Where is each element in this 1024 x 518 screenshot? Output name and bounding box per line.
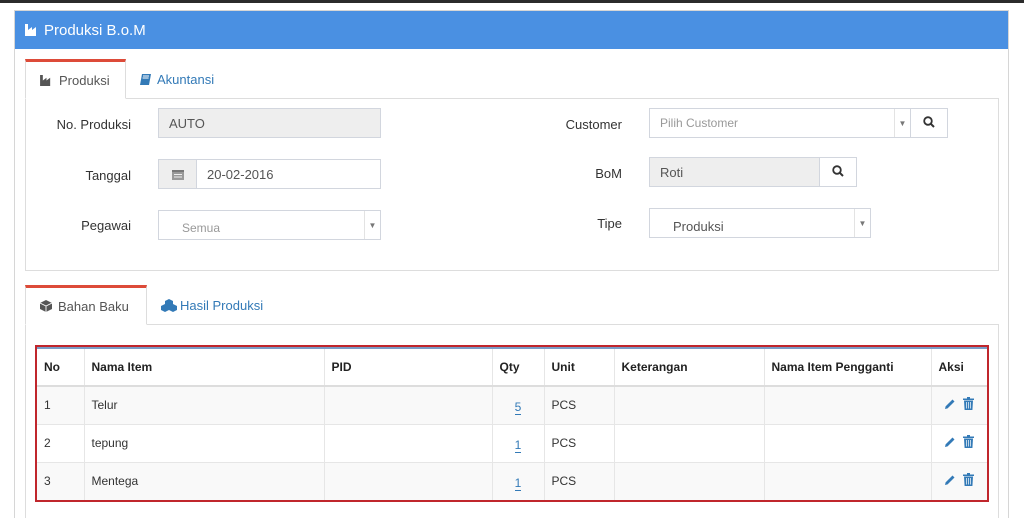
table-header-row: No Nama Item PID Qty Unit Keterangan Nam… bbox=[37, 347, 987, 387]
pencil-icon[interactable] bbox=[944, 474, 956, 486]
pegawai-placeholder: Semua bbox=[182, 221, 221, 235]
table-row: 1 Telur 5 PCS bbox=[37, 385, 987, 424]
cell-qty: 1 bbox=[492, 461, 545, 500]
cell-keterangan bbox=[614, 423, 765, 462]
cell-no: 2 bbox=[37, 423, 85, 462]
book-icon bbox=[140, 73, 151, 85]
cube-icon bbox=[40, 300, 52, 312]
cell-unit: PCS bbox=[544, 461, 615, 500]
col-header-pid: PID bbox=[324, 347, 493, 387]
tab-akuntansi-label: Akuntansi bbox=[157, 71, 215, 87]
cell-no: 1 bbox=[37, 385, 85, 424]
cell-qty: 5 bbox=[492, 385, 545, 424]
cell-aksi bbox=[931, 461, 987, 500]
cell-qty: 1 bbox=[492, 423, 545, 462]
col-header-no: No bbox=[37, 347, 85, 387]
pencil-icon[interactable] bbox=[944, 398, 956, 410]
qty-editable-link[interactable]: 1 bbox=[514, 472, 522, 491]
col-header-unit: Unit bbox=[544, 347, 615, 387]
chevron-down-icon[interactable]: ▼ bbox=[894, 109, 910, 137]
cell-nama-item: Telur bbox=[84, 385, 325, 424]
bom-field: Roti bbox=[649, 157, 820, 187]
pencil-icon[interactable] bbox=[944, 436, 956, 448]
cell-pid bbox=[324, 385, 493, 424]
tab-akuntansi[interactable]: Akuntansi bbox=[126, 59, 228, 99]
panel-title: Produksi B.o.M bbox=[44, 21, 146, 39]
tipe-label: Tipe bbox=[597, 216, 622, 231]
qty-editable-link[interactable]: 5 bbox=[514, 396, 522, 415]
bahan-baku-table-wrap: No Nama Item PID Qty Unit Keterangan Nam… bbox=[35, 345, 989, 502]
bahan-baku-table: No Nama Item PID Qty Unit Keterangan Nam… bbox=[37, 347, 987, 500]
factory-icon bbox=[40, 74, 53, 86]
no-produksi-value: AUTO bbox=[169, 115, 205, 131]
customer-label: Customer bbox=[565, 117, 622, 132]
customer-select[interactable]: Pilih Customer ▼ bbox=[649, 108, 911, 138]
chevron-down-icon[interactable]: ▼ bbox=[854, 209, 870, 237]
cell-nama-item-pengganti bbox=[764, 461, 932, 500]
window-top-border bbox=[0, 0, 1024, 3]
cell-pid bbox=[324, 461, 493, 500]
col-header-qty: Qty bbox=[492, 347, 545, 387]
trash-icon[interactable] bbox=[963, 397, 975, 411]
cell-aksi bbox=[931, 423, 987, 462]
tipe-select[interactable]: Produksi ▼ bbox=[649, 208, 871, 238]
calendar-icon[interactable] bbox=[159, 160, 197, 188]
cell-unit: PCS bbox=[544, 385, 615, 424]
bottom-tabs: Bahan Baku Hasil Produksi bbox=[25, 285, 277, 325]
tab-produksi[interactable]: Produksi bbox=[25, 59, 126, 99]
cell-nama-item-pengganti bbox=[764, 385, 932, 424]
bom-label: BoM bbox=[595, 166, 622, 181]
search-icon bbox=[923, 115, 935, 131]
chevron-down-icon[interactable]: ▼ bbox=[364, 211, 380, 239]
trash-icon[interactable] bbox=[963, 473, 975, 487]
cubes-icon bbox=[161, 298, 177, 312]
col-header-nama-item: Nama Item bbox=[84, 347, 325, 387]
customer-search-button[interactable] bbox=[910, 108, 948, 138]
bom-value: Roti bbox=[660, 164, 684, 180]
cell-keterangan bbox=[614, 461, 765, 500]
customer-placeholder: Pilih Customer bbox=[660, 116, 739, 130]
bom-search-button[interactable] bbox=[819, 157, 857, 187]
cell-nama-item-pengganti bbox=[764, 423, 932, 462]
pegawai-select[interactable]: Semua ▼ bbox=[158, 210, 381, 240]
cell-pid bbox=[324, 423, 493, 462]
tab-bahan-baku-label: Bahan Baku bbox=[58, 298, 129, 314]
tanggal-label: Tanggal bbox=[85, 168, 131, 183]
cell-no: 3 bbox=[37, 461, 85, 500]
cell-nama-item: Mentega bbox=[84, 461, 325, 500]
pegawai-label: Pegawai bbox=[81, 218, 131, 233]
tab-bahan-baku[interactable]: Bahan Baku bbox=[25, 285, 147, 325]
tab-hasil-produksi-label: Hasil Produksi bbox=[180, 297, 264, 313]
col-header-keterangan: Keterangan bbox=[614, 347, 765, 387]
tanggal-field[interactable]: 20-02-2016 bbox=[158, 159, 381, 189]
factory-icon bbox=[25, 24, 39, 36]
tab-hasil-produksi[interactable]: Hasil Produksi bbox=[147, 285, 277, 325]
cell-unit: PCS bbox=[544, 423, 615, 462]
table-row: 2 tepung 1 PCS bbox=[37, 423, 987, 462]
trash-icon[interactable] bbox=[963, 435, 975, 448]
cell-aksi bbox=[931, 385, 987, 424]
search-icon bbox=[832, 164, 844, 180]
col-header-nama-item-pengganti: Nama Item Pengganti bbox=[764, 347, 932, 387]
tanggal-value: 20-02-2016 bbox=[207, 166, 274, 182]
no-produksi-field: AUTO bbox=[158, 108, 381, 138]
no-produksi-label: No. Produksi bbox=[56, 117, 131, 132]
panel-header: Produksi B.o.M bbox=[15, 11, 1008, 49]
tipe-value: Produksi bbox=[673, 218, 724, 234]
top-tabs: Produksi Akuntansi bbox=[25, 59, 228, 99]
tab-produksi-label: Produksi bbox=[59, 72, 110, 88]
cell-keterangan bbox=[614, 385, 765, 424]
qty-editable-link[interactable]: 1 bbox=[514, 434, 522, 453]
table-row: 3 Mentega 1 PCS bbox=[37, 461, 987, 500]
col-header-aksi: Aksi bbox=[931, 347, 987, 387]
cell-nama-item: tepung bbox=[84, 423, 325, 462]
